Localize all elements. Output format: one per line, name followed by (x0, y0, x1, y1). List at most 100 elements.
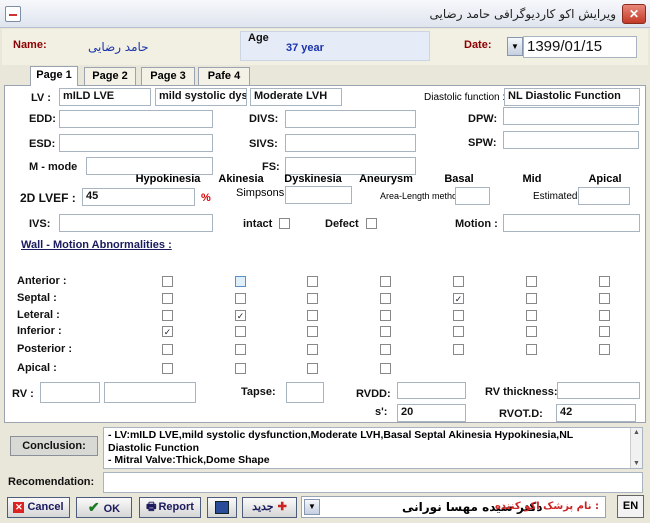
estimated-field[interactable] (578, 187, 630, 205)
spw-label: SPW: (468, 137, 497, 149)
tab-page-3[interactable]: Page 3 (141, 67, 195, 85)
wall-motion-checkbox[interactable] (599, 293, 610, 304)
wall-motion-checkbox[interactable]: ✓ (235, 310, 246, 321)
wall-column-header: Apical (588, 173, 622, 185)
rvot-d-field[interactable]: 42 (556, 404, 636, 422)
wall-motion-checkbox[interactable]: ✓ (453, 293, 464, 304)
wall-column-header: Mid (522, 173, 542, 185)
conclusion-textarea[interactable]: - LV:mILD LVE,mild systolic dysfunction,… (103, 427, 643, 469)
rv-field-2[interactable] (104, 382, 196, 403)
wall-column-header: Dyskinesia (284, 173, 342, 185)
rv-thickness-field[interactable] (557, 382, 640, 399)
chevron-down-icon[interactable]: ▼ (304, 499, 320, 515)
wall-motion-checkbox[interactable] (162, 293, 173, 304)
wall-motion-checkbox[interactable] (380, 363, 391, 374)
area-length-label: Area-Length method: (380, 191, 465, 201)
recommendation-field[interactable] (103, 472, 643, 493)
esd-field[interactable] (59, 134, 213, 152)
language-button[interactable]: EN (617, 495, 644, 518)
dpw-field[interactable] (503, 107, 639, 125)
scroll-down-icon[interactable]: ▼ (631, 459, 642, 468)
wall-motion-checkbox[interactable] (526, 344, 537, 355)
close-button[interactable]: ✕ (622, 4, 646, 24)
rv-label: RV : (12, 388, 34, 400)
edd-field[interactable] (59, 110, 213, 128)
defect-checkbox[interactable] (366, 218, 377, 229)
spw-field[interactable] (503, 131, 639, 149)
wall-motion-checkbox[interactable] (235, 293, 246, 304)
wall-motion-checkbox[interactable] (380, 276, 391, 287)
wall-motion-checkbox[interactable] (453, 326, 464, 337)
wall-column-header: Basal (444, 173, 474, 185)
wall-motion-checkbox[interactable] (162, 344, 173, 355)
wall-motion-checkbox[interactable] (380, 326, 391, 337)
wall-motion-checkbox[interactable] (453, 344, 464, 355)
wall-motion-checkbox[interactable] (307, 363, 318, 374)
lv-field-3[interactable]: Moderate LVH (250, 88, 342, 106)
new-button[interactable]: ✚جدید (242, 497, 297, 518)
wall-motion-checkbox[interactable] (599, 326, 610, 337)
wall-motion-checkbox[interactable] (380, 310, 391, 321)
wall-column-header: Aneurysm (359, 173, 413, 185)
lv-field-1[interactable]: mILD LVE (59, 88, 151, 106)
intact-checkbox[interactable] (279, 218, 290, 229)
tab-page-1[interactable]: Page 1 (30, 66, 78, 86)
save-button[interactable] (207, 497, 237, 518)
date-input[interactable]: 1399/01/15 (523, 36, 637, 58)
wall-motion-checkbox[interactable] (453, 310, 464, 321)
wall-motion-checkbox[interactable] (526, 310, 537, 321)
rv-field-1[interactable] (40, 382, 100, 403)
diastolic-field[interactable]: NL Diastolic Function (504, 88, 640, 106)
wall-motion-checkbox[interactable]: ✓ (162, 326, 173, 337)
conclusion-line-3: - Mitral Valve:Thick,Dome Shape (108, 454, 270, 466)
conclusion-scrollbar[interactable]: ▲ ▼ (630, 428, 642, 468)
wall-motion-checkbox[interactable] (307, 293, 318, 304)
wall-motion-checkbox[interactable] (307, 310, 318, 321)
wall-motion-checkbox[interactable] (526, 326, 537, 337)
ok-button[interactable]: ✔ OK (76, 497, 132, 518)
area-length-field[interactable] (455, 187, 490, 205)
doctor-select[interactable]: ▼ دکتر سیده مهسا نورانی نام پزشک اکو کنن… (301, 496, 606, 518)
date-dropdown-icon[interactable]: ▼ (507, 37, 523, 56)
lv-field-2[interactable]: mild systolic dysf (155, 88, 247, 106)
floppy-icon (215, 500, 229, 514)
sivs-field[interactable] (285, 134, 416, 152)
wall-motion-checkbox[interactable] (235, 276, 246, 287)
ivs-field[interactable] (59, 214, 213, 232)
tab-page-4[interactable]: Pafe 4 (198, 67, 250, 85)
wall-motion-checkbox[interactable] (453, 276, 464, 287)
lv-label: LV : (31, 92, 51, 104)
doctor-label: نام پزشک اکو کننده : (495, 501, 599, 512)
wall-motion-checkbox[interactable] (162, 310, 173, 321)
rvdd-field[interactable] (397, 382, 466, 399)
wall-motion-checkbox[interactable] (235, 344, 246, 355)
wall-motion-checkbox[interactable] (307, 276, 318, 287)
wall-motion-checkbox[interactable] (599, 310, 610, 321)
wall-motion-checkbox[interactable] (162, 363, 173, 374)
wall-motion-checkbox[interactable] (380, 293, 391, 304)
scroll-up-icon[interactable]: ▲ (631, 428, 642, 437)
s-prime-field[interactable]: 20 (397, 404, 466, 422)
wall-motion-checkbox[interactable] (526, 276, 537, 287)
tab-page-2[interactable]: Page 2 (84, 67, 136, 85)
wall-motion-checkbox[interactable] (380, 344, 391, 355)
wall-motion-checkbox[interactable] (235, 326, 246, 337)
wall-motion-checkbox[interactable] (599, 344, 610, 355)
wall-motion-checkbox[interactable] (526, 293, 537, 304)
cancel-button[interactable]: ✕ Cancel (7, 497, 70, 518)
wall-row-label: Anterior : (17, 275, 67, 287)
lvef-field[interactable]: 45 (82, 188, 195, 206)
simpsons-field[interactable] (285, 186, 352, 204)
wall-motion-checkbox[interactable] (307, 326, 318, 337)
wall-motion-checkbox[interactable] (235, 363, 246, 374)
motion-field[interactable] (503, 214, 640, 232)
report-button[interactable]: 🖶 Report (139, 497, 201, 518)
tapse-field[interactable] (286, 382, 324, 403)
divs-field[interactable] (285, 110, 416, 128)
wall-motion-checkbox[interactable] (162, 276, 173, 287)
sivs-label: SIVS: (249, 138, 278, 150)
conclusion-line-1: - LV:mILD LVE,mild systolic dysfunction,… (108, 429, 574, 441)
wall-motion-title: Wall - Motion Abnormalities : (21, 239, 172, 251)
wall-motion-checkbox[interactable] (599, 276, 610, 287)
wall-motion-checkbox[interactable] (307, 344, 318, 355)
